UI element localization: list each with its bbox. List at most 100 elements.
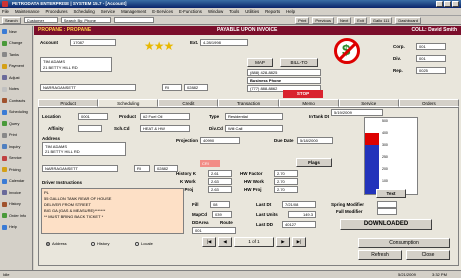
sidebar-item-service[interactable]: Service: [0, 153, 32, 165]
menu-scheduling[interactable]: Scheduling: [74, 9, 95, 14]
stop-button[interactable]: STOP: [283, 90, 323, 98]
ext-field[interactable]: 4.28/1998: [200, 39, 248, 46]
duedate-field[interactable]: 5/18/2000: [297, 137, 333, 144]
sidebar-item-print[interactable]: Print: [0, 130, 32, 142]
sched-zip-field[interactable]: 02882: [154, 165, 178, 172]
div-field[interactable]: 001: [416, 55, 446, 62]
divcd-field[interactable]: Will Call: [225, 125, 283, 132]
menu-e-functions[interactable]: E-Functions: [179, 9, 202, 14]
schcd-field[interactable]: HEAT & HW: [140, 125, 190, 132]
radio-locale[interactable]: Locale: [135, 241, 153, 246]
tab-scheduling[interactable]: Scheduling: [98, 99, 159, 107]
k-proj-field[interactable]: 2.63: [208, 186, 232, 193]
minimize-button[interactable]: [436, 1, 443, 7]
hw-factor-field[interactable]: 2.70: [274, 170, 298, 177]
tab-credit[interactable]: Credit: [158, 99, 219, 107]
sched-city-field[interactable]: NARRAGANSETT: [42, 165, 118, 172]
consumption-button[interactable]: Consumption: [358, 238, 450, 248]
hw-proj-field[interactable]: 2.70: [274, 186, 298, 193]
mapcd-field[interactable]: 039: [212, 211, 232, 218]
dashboard-button[interactable]: Dashboard: [395, 16, 421, 24]
sidebar-item-pricing[interactable]: Pricing: [0, 164, 32, 176]
flags-button[interactable]: Flags: [296, 158, 332, 167]
phone1-field[interactable]: (888) 428-8825: [247, 69, 321, 76]
menu-service[interactable]: Service: [101, 9, 115, 14]
account-number-field[interactable]: 17087: [70, 39, 116, 46]
tab-product[interactable]: Product: [38, 99, 99, 107]
lastunits-field[interactable]: 149.3: [288, 211, 316, 218]
sidebar-item-invoice[interactable]: Invoice: [0, 187, 32, 199]
menu-file[interactable]: File: [2, 9, 9, 14]
search-by-select[interactable]: Search By: Phone: [60, 17, 111, 23]
sidebar-item-query[interactable]: Query: [0, 118, 32, 130]
tab-service[interactable]: Service: [338, 99, 399, 107]
tab-memo[interactable]: Memo: [278, 99, 339, 107]
previous-button[interactable]: Previous: [312, 16, 334, 24]
sidebar-item-notes[interactable]: Notes: [0, 84, 32, 96]
fall-modifier-field[interactable]: [377, 208, 397, 215]
fill-field[interactable]: 08: [210, 201, 230, 208]
last-record-button[interactable]: ▶|: [292, 237, 306, 247]
print-button[interactable]: Print: [295, 16, 310, 24]
bill-to-button[interactable]: BILL-TO: [280, 58, 318, 67]
zip-field[interactable]: 02882: [184, 84, 208, 91]
first-record-button[interactable]: |◀: [202, 237, 216, 247]
exit-button[interactable]: Exit: [354, 16, 367, 24]
tab-transaction[interactable]: Transaction: [218, 99, 279, 107]
hw-work-field[interactable]: 2.70: [274, 178, 298, 185]
driver-instructions-box[interactable]: PL 55 GALLON TANK REAR OF HOUSE DELIVER …: [41, 188, 184, 234]
sidebar-item-change[interactable]: Change: [0, 38, 32, 50]
maximize-button[interactable]: [444, 1, 451, 7]
menu-e-services[interactable]: E-Services: [152, 9, 173, 14]
menu-window[interactable]: Window: [208, 9, 223, 14]
radio-address[interactable]: Address: [46, 241, 67, 246]
state-field[interactable]: RI: [162, 84, 182, 91]
history-k-field[interactable]: 2.61: [208, 170, 232, 177]
customer-select[interactable]: Customer: [23, 17, 58, 23]
sidebar-item-inquiry[interactable]: Inquiry: [0, 141, 32, 153]
sidebar-item-help[interactable]: Help: [0, 222, 32, 234]
sidebar-item-order-info[interactable]: Order Info: [0, 210, 32, 222]
scheduling-address-box[interactable]: TIM ADAMS 21 BETTY HILL RD: [42, 142, 126, 156]
rep-field[interactable]: 0025: [416, 67, 446, 74]
name-address-box[interactable]: TIM ADAMS 21 BETTY HILL RD: [40, 57, 112, 72]
close-button[interactable]: Close: [406, 250, 450, 260]
close-window-button[interactable]: [452, 1, 459, 7]
next-button[interactable]: Next: [336, 16, 352, 24]
menu-maintenance[interactable]: Maintenance: [15, 9, 40, 14]
prev-record-button[interactable]: ◀: [218, 237, 232, 247]
ddarea-field[interactable]: 001: [192, 227, 236, 234]
search-label[interactable]: Search: [2, 16, 21, 24]
sidebar-item-calendar[interactable]: Calendar: [0, 176, 32, 188]
sidebar-item-adjust[interactable]: Adjust: [0, 72, 32, 84]
intank-field[interactable]: 5/19/2009: [331, 109, 383, 116]
projection-field[interactable]: 40990: [200, 137, 240, 144]
lastdd-field[interactable]: 40127: [282, 221, 316, 228]
menu-management[interactable]: Management: [121, 9, 146, 14]
refresh-button[interactable]: Refresh: [358, 250, 402, 260]
gallo-button[interactable]: Gallo 111: [369, 16, 393, 24]
k-work-field[interactable]: 2.63: [208, 178, 232, 185]
sidebar-item-history[interactable]: History: [0, 199, 32, 211]
sidebar-item-new[interactable]: New: [0, 26, 32, 38]
next-record-button[interactable]: ▶: [276, 237, 290, 247]
sidebar-item-contracts[interactable]: Contracts: [0, 95, 32, 107]
sidebar-item-payment[interactable]: Payment: [0, 61, 32, 73]
tab-orders[interactable]: Orders: [398, 99, 459, 107]
sidebar-item-scheduling[interactable]: Scheduling: [0, 107, 32, 119]
sched-state-field[interactable]: RI: [134, 165, 150, 172]
location-field[interactable]: 0001: [78, 113, 108, 120]
lastdt-field[interactable]: 7/21/08: [282, 201, 316, 208]
type-field[interactable]: Residential: [225, 113, 283, 120]
downloaded-button[interactable]: DOWNLOADED: [340, 219, 432, 230]
search-input[interactable]: [113, 17, 154, 23]
radio-history[interactable]: History: [91, 241, 109, 246]
menu-reports[interactable]: Reports: [265, 9, 280, 14]
corp-field[interactable]: 001: [416, 43, 446, 50]
menu-tools[interactable]: Tools: [229, 9, 239, 14]
menu-utilities[interactable]: Utilities: [245, 9, 259, 14]
menu-procedures[interactable]: Procedures: [46, 9, 68, 14]
menu-help[interactable]: Help: [286, 9, 295, 14]
phone-type-select[interactable]: Business Phone: [247, 77, 321, 84]
map-button[interactable]: MAP: [247, 58, 273, 67]
